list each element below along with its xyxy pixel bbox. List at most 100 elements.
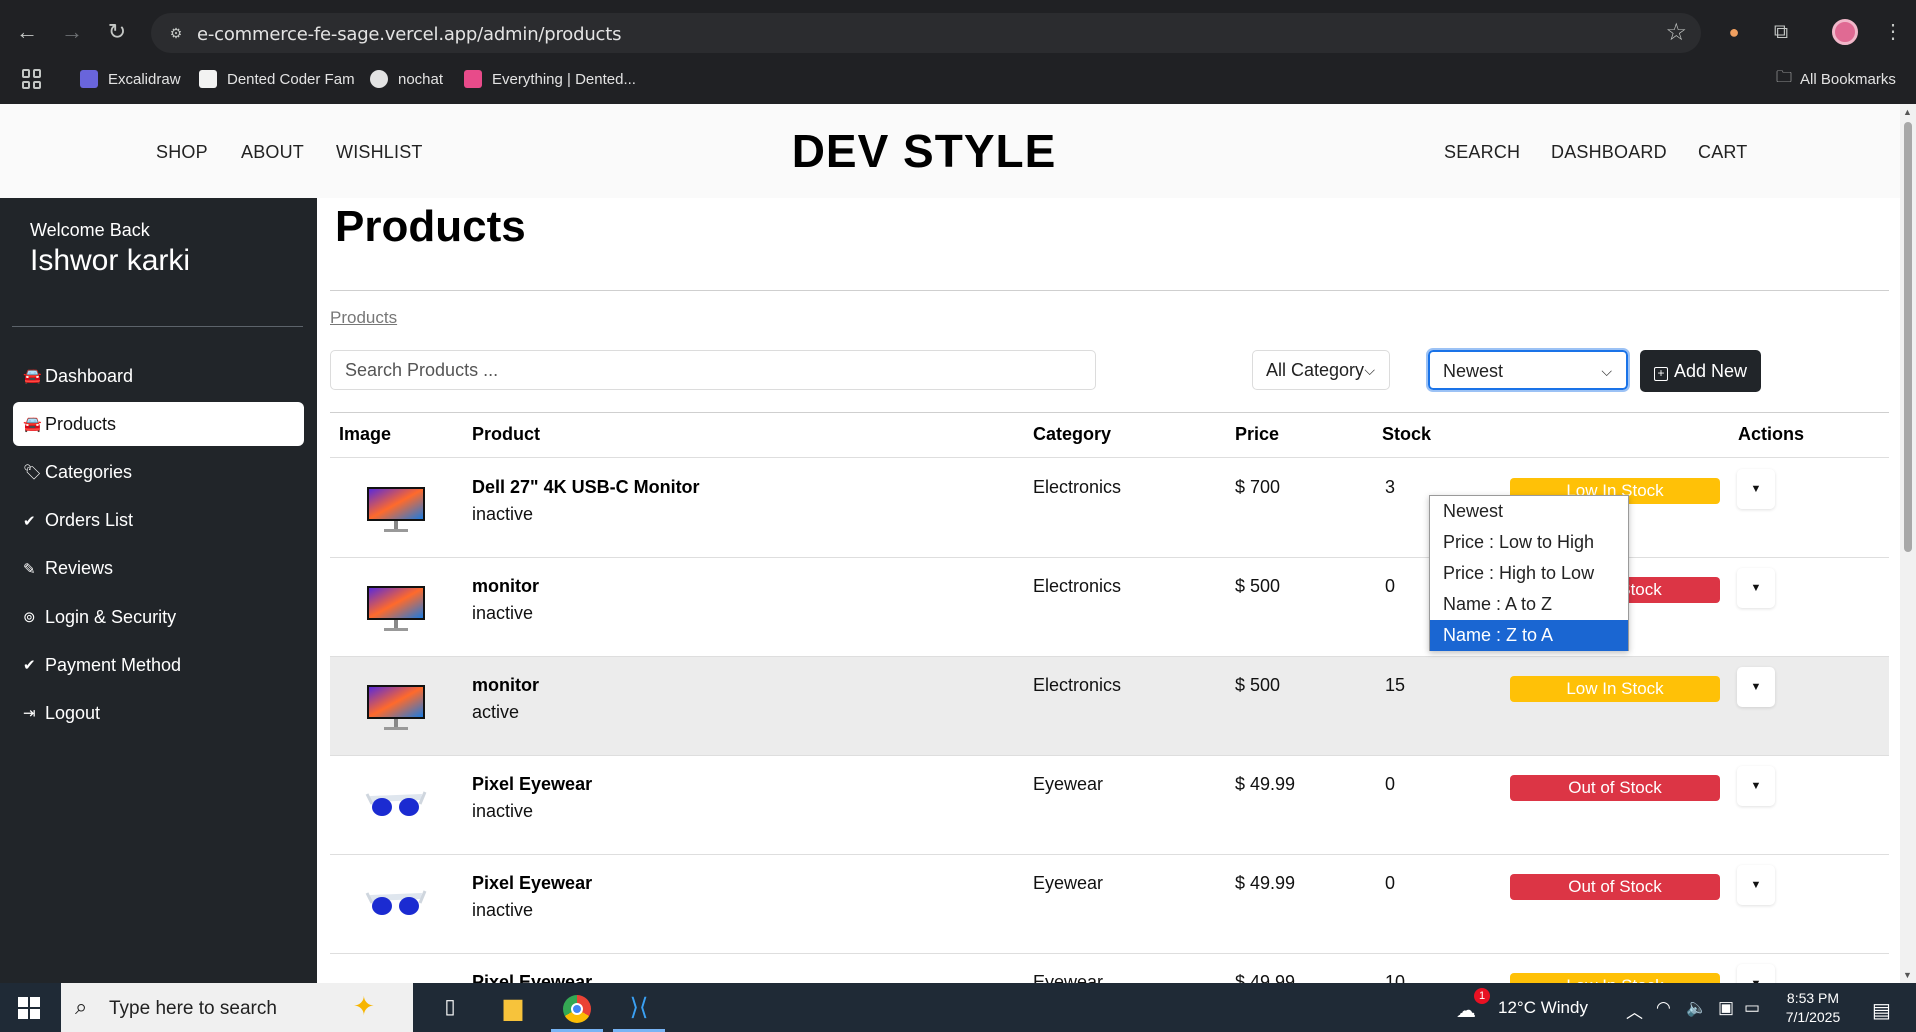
breadcrumb[interactable]: Products [330, 308, 397, 328]
bookmark-nochat[interactable]: nochat [370, 66, 443, 92]
nav-dashboard[interactable]: DASHBOARD [1551, 142, 1667, 163]
tags-icon: 🏷 [23, 464, 43, 482]
weather-text[interactable]: 12°C Windy [1498, 998, 1588, 1018]
nav-search[interactable]: SEARCH [1444, 142, 1520, 163]
product-stock: 0 [1385, 576, 1396, 596]
product-name[interactable]: Pixel Eyewear [472, 774, 592, 795]
nav-cart[interactable]: CART [1698, 142, 1747, 163]
product-stock: 0 [1385, 873, 1396, 893]
sidebar-item-categories[interactable]: 🏷 Categories [13, 450, 304, 494]
menu-kebab-icon[interactable]: ⋮ [1876, 15, 1910, 49]
table-row[interactable]: Dell 27" 4K USB-C Monitor inactive Electro… [330, 459, 1889, 558]
sidebar-item-label: Login & Security [45, 606, 177, 627]
volume-icon[interactable]: 🔈 [1686, 998, 1707, 1018]
sort-select[interactable]: Newest ⌵ [1426, 348, 1630, 392]
clickup-icon [464, 70, 482, 88]
table-row[interactable]: monitorinactiveElectronics$ 5000Out of S… [330, 558, 1889, 657]
back-icon[interactable]: ← [9, 14, 45, 50]
chrome-icon[interactable] [551, 983, 603, 1032]
row-actions-dropdown[interactable]: ▼ [1737, 766, 1775, 806]
product-thumbnail[interactable] [364, 477, 428, 537]
sidebar-item-products[interactable]: 🚘 Products [13, 402, 304, 447]
reload-icon[interactable]: ↻ [99, 14, 135, 50]
bookmark-excalidraw[interactable]: Excalidraw [80, 66, 181, 92]
sort-dropdown-list: Newest Price : Low to High Price : High to… [1429, 495, 1629, 651]
col-product: Product [472, 424, 541, 444]
sidebar-item-dashboard[interactable]: 🚘 Dashboard [13, 354, 304, 398]
sort-option[interactable]: Price : Low to High [1430, 527, 1628, 558]
extensions-puzzle-icon[interactable]: ⧉ [1764, 15, 1798, 49]
product-name[interactable]: Pixel Eyewear [472, 972, 592, 983]
add-new-button[interactable]: + Add New [1640, 350, 1761, 392]
page-scrollbar[interactable]: ▲ ▼ [1900, 104, 1916, 983]
bookmark-dented-coder-fam[interactable]: Dented Coder Fam [199, 66, 355, 92]
sidebar-item-login-security[interactable]: ⊚ Login & Security [13, 595, 304, 639]
task-view-icon[interactable]: ▯ [424, 983, 476, 1032]
table-row[interactable]: Pixel Eyewear inactive Eyewear $ 49.99 0 Out … [330, 855, 1889, 954]
product-thumbnail[interactable] [364, 873, 428, 933]
sort-option[interactable]: Price : High to Low [1430, 558, 1628, 589]
table-row[interactable]: monitor active Electronics $ 500 15 Low In St… [330, 657, 1889, 756]
sort-option[interactable]: Name : Z to A [1430, 620, 1628, 651]
products-icon: 🚘 [23, 416, 42, 434]
notification-center-icon[interactable]: ▤ [1872, 998, 1891, 1023]
taskbar-search-box[interactable]: ⌕ Type here to search ✦ [61, 983, 413, 1032]
windows-start-icon[interactable] [18, 997, 40, 1019]
row-actions-dropdown[interactable]: ▼ [1737, 667, 1775, 707]
scrollbar-thumb[interactable] [1904, 122, 1912, 552]
sidebar-item-orders-list[interactable]: ✔ Orders List [13, 499, 304, 543]
weather-icon[interactable]: ☁ [1456, 998, 1476, 1023]
meet-icon[interactable]: ▣ [1718, 998, 1734, 1018]
bookmark-star-icon[interactable]: ☆ [1665, 19, 1687, 47]
scroll-down-icon[interactable]: ▼ [1903, 970, 1912, 980]
address-bar[interactable]: ⚙ e-commerce-fe-sage.vercel.app/admin/pr… [151, 13, 1701, 53]
sidebar-item-payment-method[interactable]: ✔ Payment Method [13, 643, 304, 687]
battery-icon[interactable]: ▭ [1744, 998, 1760, 1018]
add-new-label: Add New [1673, 361, 1748, 381]
bookmark-label: Excalidraw [108, 70, 181, 88]
product-thumbnail[interactable] [364, 675, 428, 735]
bookmarks-bar: Excalidraw Dented Coder Fam nochat Every… [0, 62, 1916, 94]
sidebar-item-label: Payment Method [45, 654, 182, 675]
sort-option[interactable]: Newest [1430, 496, 1628, 527]
table-row[interactable]: Pixel Eyewear Eyewear $ 49.99 10 Low In Stoc… [330, 954, 1889, 983]
product-name[interactable]: monitor [472, 675, 539, 696]
taskbar-clock[interactable]: 8:53 PM 7/1/2025 [1768, 989, 1858, 1027]
product-name[interactable]: monitor [472, 576, 539, 597]
search-products-input[interactable] [330, 350, 1096, 390]
sidebar-item-reviews[interactable]: ✎ Reviews [13, 547, 304, 591]
row-actions-dropdown[interactable]: ▼ [1737, 469, 1775, 509]
table-row[interactable]: Pixel Eyewear inactive Eyewear $ 49.99 0 Out … [330, 756, 1889, 855]
file-explorer-icon[interactable]: ▆ [487, 983, 539, 1032]
product-name[interactable]: Dell 27" 4K USB-C Monitor [472, 477, 700, 498]
scroll-up-icon[interactable]: ▲ [1903, 107, 1912, 117]
category-select[interactable]: All Category ⌵ [1252, 350, 1390, 390]
sidebar-item-logout[interactable]: ⇥ Logout [13, 691, 304, 735]
check-icon: ✔ [23, 512, 36, 530]
row-actions-dropdown[interactable]: ▼ [1737, 865, 1775, 905]
sort-select-value: Newest [1443, 361, 1504, 381]
chrome-logo [563, 994, 591, 1023]
show-hidden-icons-icon[interactable]: ︿ [1626, 998, 1643, 1023]
row-actions-dropdown[interactable]: ▼ [1737, 568, 1775, 608]
wifi-icon[interactable]: ◠ [1656, 998, 1671, 1018]
vscode-icon[interactable]: ⟩⟨ [613, 983, 665, 1032]
site-info-icon[interactable]: ⚙ [165, 22, 187, 44]
url-text[interactable]: e-commerce-fe-sage.vercel.app/admin/prod… [197, 24, 621, 45]
product-thumbnail[interactable] [364, 576, 428, 636]
product-thumbnail[interactable] [364, 972, 428, 983]
product-thumbnail[interactable] [364, 774, 428, 834]
bookmark-label: Everything | Dented... [492, 70, 636, 88]
forward-icon[interactable]: → [54, 14, 90, 50]
main-content: Products Products All Category ⌵ Newest … [330, 198, 1889, 983]
extension-icon[interactable]: ● [1717, 15, 1751, 49]
product-price: $ 700 [1235, 477, 1281, 497]
all-bookmarks[interactable]: 🗀 All Bookmarks [1776, 66, 1896, 92]
logout-icon: ⇥ [23, 705, 36, 723]
bookmark-everything[interactable]: Everything | Dented... [464, 66, 636, 92]
row-actions-dropdown[interactable]: ▼ [1737, 964, 1775, 983]
sort-option[interactable]: Name : A to Z [1430, 589, 1628, 620]
product-stock: 0 [1385, 774, 1396, 794]
product-name[interactable]: Pixel Eyewear [472, 873, 592, 894]
profile-avatar[interactable] [1832, 19, 1858, 45]
